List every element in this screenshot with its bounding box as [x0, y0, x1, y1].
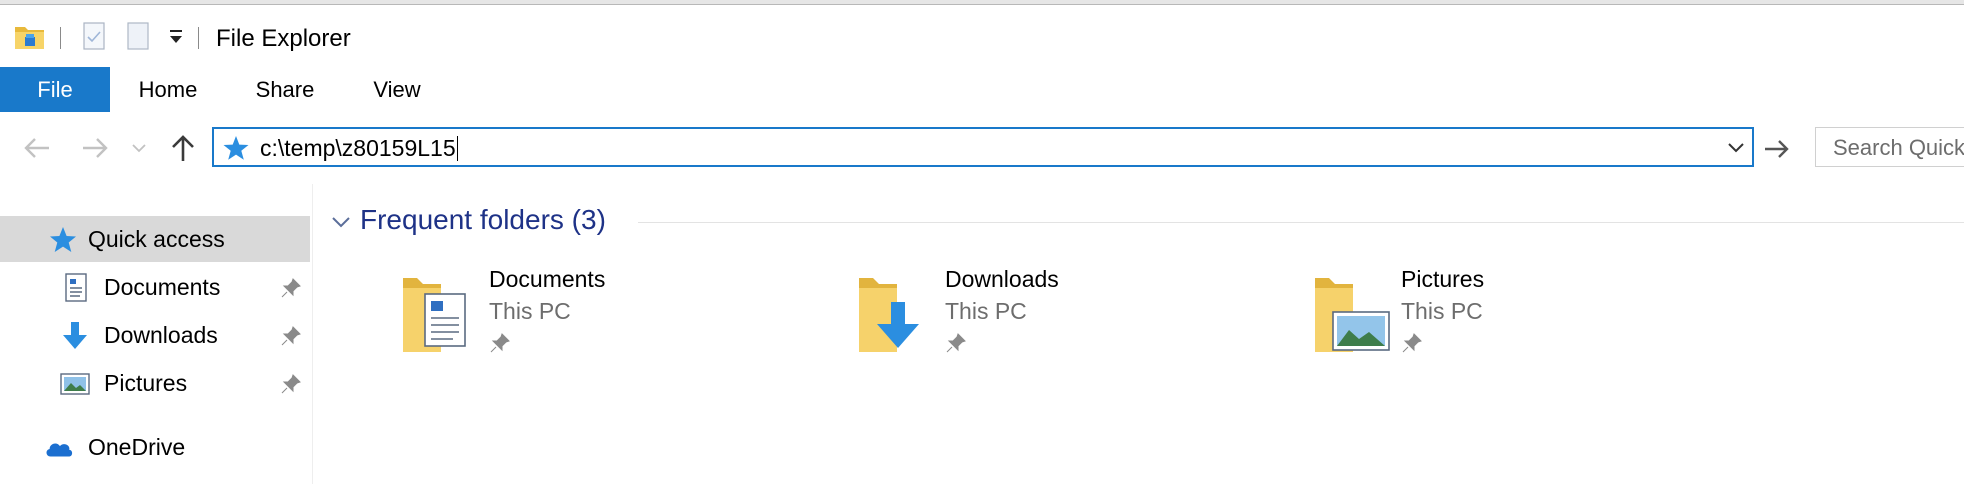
pin-icon — [946, 333, 966, 353]
customize-toolbar-dropdown-icon[interactable] — [168, 27, 184, 52]
pin-icon — [490, 333, 510, 353]
search-input[interactable]: Search Quick access — [1815, 127, 1964, 167]
tab-view[interactable]: View — [362, 67, 432, 112]
sidebar-item-pictures[interactable]: Pictures — [0, 360, 310, 406]
documents-folder-icon — [403, 278, 466, 352]
search-placeholder: Search Quick access — [1833, 135, 1964, 160]
sidebar-item-quick-access[interactable]: Quick access — [0, 216, 310, 262]
onedrive-icon — [46, 443, 73, 457]
folder-name: Documents — [489, 266, 606, 292]
properties-icon[interactable] — [82, 21, 108, 56]
pin-icon[interactable] — [280, 325, 302, 347]
back-button[interactable] — [20, 130, 54, 166]
pictures-folder-icon — [1315, 278, 1390, 352]
pin-icon[interactable] — [280, 277, 302, 299]
address-path-text: c:\temp\z80159L15 — [260, 135, 456, 161]
sidebar-item-label: Quick access — [88, 226, 225, 252]
forward-arrow-icon — [83, 138, 108, 158]
up-button[interactable] — [166, 130, 200, 166]
chevron-down-icon — [132, 144, 146, 153]
folder-tile-downloads[interactable]: Downloads This PC — [857, 264, 1277, 374]
content-pane: Frequent folders (3) Documents This PC D… — [313, 184, 1964, 484]
sidebar-item-downloads[interactable]: Downloads — [0, 312, 310, 358]
address-row: c:\temp\z80159L15 Search Quick access — [0, 112, 1964, 184]
pin-icon[interactable] — [280, 373, 302, 395]
sidebar-item-onedrive[interactable]: OneDrive — [0, 424, 310, 470]
sidebar-item-label: Documents — [104, 274, 221, 300]
back-arrow-icon — [24, 138, 49, 158]
group-title[interactable]: Frequent folders (3) — [360, 204, 606, 236]
sidebar-item-label: OneDrive — [88, 434, 186, 460]
go-arrow-icon[interactable] — [1760, 132, 1794, 166]
downloads-icon — [63, 322, 87, 349]
tab-share[interactable]: Share — [246, 67, 324, 112]
folder-location: This PC — [945, 298, 1027, 324]
forward-button[interactable] — [78, 130, 112, 166]
sidebar-item-label: Downloads — [104, 322, 218, 348]
quick-access-star-icon — [223, 136, 249, 160]
folder-tile-pictures[interactable]: Pictures This PC — [1313, 264, 1733, 374]
downloads-folder-icon — [859, 278, 919, 352]
folder-tile-documents[interactable]: Documents This PC — [401, 264, 821, 374]
navigation-pane: Quick access Documents Downloads Picture… — [0, 184, 313, 484]
window-title: File Explorer — [216, 25, 351, 52]
address-bar[interactable]: c:\temp\z80159L15 — [212, 127, 1754, 167]
recent-locations-button[interactable] — [128, 130, 150, 166]
up-arrow-icon — [172, 135, 194, 161]
new-folder-icon[interactable] — [126, 21, 152, 56]
documents-icon — [65, 273, 87, 302]
folder-location: This PC — [489, 298, 571, 324]
folder-location: This PC — [1401, 298, 1483, 324]
star-icon — [50, 227, 76, 252]
ribbon-tabs: File Home Share View — [0, 67, 1964, 113]
folder-name: Downloads — [945, 266, 1059, 292]
tab-home[interactable]: Home — [128, 67, 208, 112]
title-bar: File Explorer — [0, 5, 1964, 67]
pin-icon — [1402, 333, 1422, 353]
sidebar-item-documents[interactable]: Documents — [0, 264, 310, 310]
pictures-icon — [60, 373, 90, 395]
quick-toolbar-separator — [60, 27, 61, 49]
group-divider — [638, 222, 1964, 223]
folder-name: Pictures — [1401, 266, 1485, 292]
title-separator — [198, 27, 199, 49]
sidebar-item-label: Pictures — [104, 370, 188, 396]
address-history-dropdown-icon[interactable] — [1724, 135, 1748, 159]
file-explorer-app-icon[interactable] — [14, 21, 46, 56]
text-caret — [456, 136, 458, 161]
group-collapse-chevron-icon[interactable] — [329, 210, 353, 234]
tab-file[interactable]: File — [0, 67, 110, 112]
address-path[interactable]: c:\temp\z80159L15 — [260, 135, 458, 162]
